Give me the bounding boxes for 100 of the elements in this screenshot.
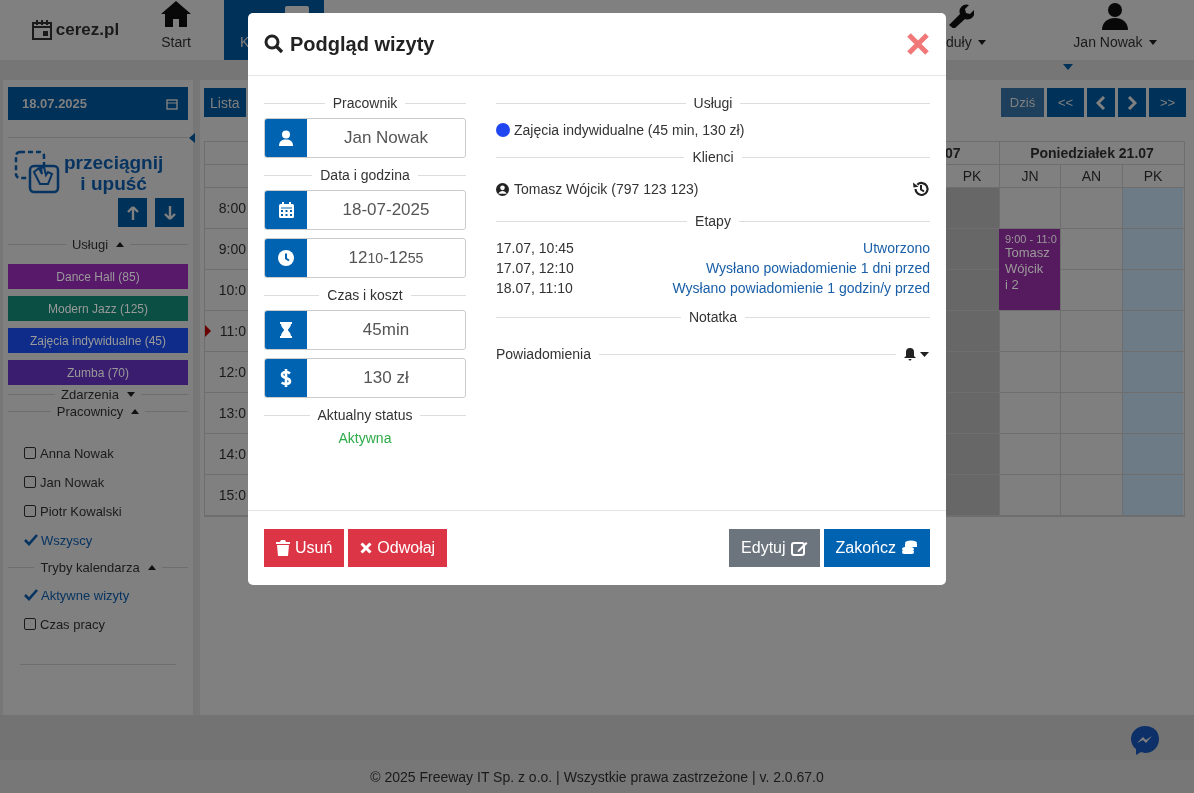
coins-icon [901,540,918,556]
list-button[interactable]: Lista [204,88,246,117]
checkbox-icon [24,618,36,630]
calendar-slot[interactable] [944,229,999,269]
arrow-down-icon [163,205,176,220]
calendar-slot[interactable] [944,311,999,351]
stage-time: 17.07, 10:45 [496,240,574,256]
checkbox-icon [24,447,36,459]
close-icon[interactable] [906,32,930,56]
time-label: 14:0 [218,446,246,462]
section-heading: Czas i koszt [327,287,403,303]
time-label: 15:0 [218,487,246,503]
calendar-slot[interactable] [944,352,999,392]
service-chip[interactable]: Dance Hall (85) [8,264,188,289]
service-chip[interactable]: Zumba (70) [8,360,188,385]
section-toggle[interactable]: Pracownicy [56,404,140,419]
logo-calendar-icon [30,19,53,41]
checkbox-icon [24,476,36,488]
section-heading: Etapy [695,213,731,229]
checkmark-icon [24,589,38,601]
appointment-block[interactable]: 9:00 - 11:0 Tomasz Wójcik i 2 [999,229,1060,310]
section-toggle[interactable]: Tryby kalendarza [40,560,156,575]
info-field: 45min [264,310,466,350]
cancel-button[interactable]: Odwołaj [348,529,448,567]
section-heading: Data i godzina [320,167,410,183]
filter-checkbox[interactable]: Wszyscy [24,530,188,550]
notifications-label: Powiadomienia [496,346,591,362]
stage-label: Wysłano powiadomienie 1 godzin/y przed [672,280,930,296]
collapse-icon[interactable] [189,133,195,143]
time-label: 12:0 [218,364,246,380]
first-button[interactable]: << [1047,88,1084,117]
clock-icon [278,250,294,266]
delete-button[interactable]: Usuń [264,529,345,567]
client-name[interactable]: Tomasz Wójcik (797 123 123) [514,181,907,197]
status-text: Aktywna [337,430,393,446]
section-heading: Notatka [688,309,738,325]
service-chip[interactable]: Modern Jazz (125) [8,296,188,321]
info-field: 18-07-2025 [264,190,466,230]
move-down-button[interactable] [155,198,184,227]
time-label: 11:0 [219,323,246,339]
search-icon [264,34,284,54]
home-icon [160,0,192,28]
filter-checkbox[interactable]: Czas pracy [24,614,188,634]
edit-button[interactable]: Edytuj [729,529,820,567]
column-header: AN [1060,165,1122,187]
last-button[interactable]: >> [1149,88,1186,117]
calendar-slot[interactable] [944,393,999,433]
pointer-icon [1063,64,1073,70]
column-header: PK [1122,165,1183,187]
stage-label: Utworzono [863,240,930,256]
time-label: 8:00 [218,200,246,216]
logo-text[interactable]: cerez.pl [55,20,120,40]
info-field: 130 zł [264,358,466,398]
filter-checkbox[interactable]: Jan Nowak [24,472,188,492]
today-button[interactable]: Dziś [1001,88,1044,117]
section-heading: Klienci [692,149,734,165]
section-heading: Pracownik [332,95,398,111]
section-toggle[interactable]: Zdarzenia [61,387,135,402]
stage-time: 17.07, 12:10 [496,260,574,276]
stage-time: 18.07, 11:10 [496,280,573,296]
finish-button[interactable]: Zakończ [823,529,930,567]
calendar-icon [166,97,178,110]
previous-button[interactable] [1087,88,1115,117]
chat-bubble-icon[interactable] [1130,725,1160,757]
trash-icon [276,540,290,556]
user-icon [1101,2,1129,30]
service-name: Zajęcia indywidualne (45 min, 130 zł) [514,122,745,138]
filter-checkbox[interactable]: Piotr Kowalski [24,501,188,521]
calendar-slot[interactable] [944,434,999,474]
service-chip[interactable]: Zajęcia indywidualne (45) [8,328,188,353]
bell-dropdown-icon[interactable] [904,347,930,361]
user-menu[interactable]: Jan Nowak [1050,0,1180,60]
section-heading: Usługi [693,95,733,111]
date-picker[interactable]: 18.07.2025 [8,87,188,120]
footer-text: © 2025 Freeway IT Sp. z o.o. | Wszystkie prawa zastrzeżone | v. 2.0.67.0 [370,768,824,785]
section-heading: Aktualny status [317,407,413,423]
calendar-slot[interactable] [944,270,999,310]
x-icon [360,542,373,554]
checkmark-icon [24,534,38,546]
chevron-right-icon [1127,95,1137,110]
move-up-button[interactable] [118,198,147,227]
arrow-up-icon [126,205,139,220]
time-label: 9:00 [218,241,246,257]
info-field: Jan Nowak [264,118,466,158]
filter-checkbox[interactable]: Anna Nowak [24,443,188,463]
nav-tab[interactable]: duły [946,0,1026,60]
next-button[interactable] [1118,88,1146,117]
calendar-slot[interactable] [944,188,999,228]
section-toggle[interactable]: Usługi [71,237,125,252]
drag-drop-icon [14,150,62,196]
edit-icon [790,540,808,556]
filter-checkbox[interactable]: Aktywne wizyty [24,585,188,605]
nav-tab[interactable]: Start [152,0,200,60]
user-circle-icon [496,182,509,196]
time-label: 13:0 [218,405,246,421]
hourglass-icon [280,322,292,338]
column-header: JN [999,165,1060,187]
day-header: Poniedziałek 21.07 [999,142,1184,164]
history-icon[interactable] [912,180,930,198]
calendar-slot[interactable] [944,475,999,515]
